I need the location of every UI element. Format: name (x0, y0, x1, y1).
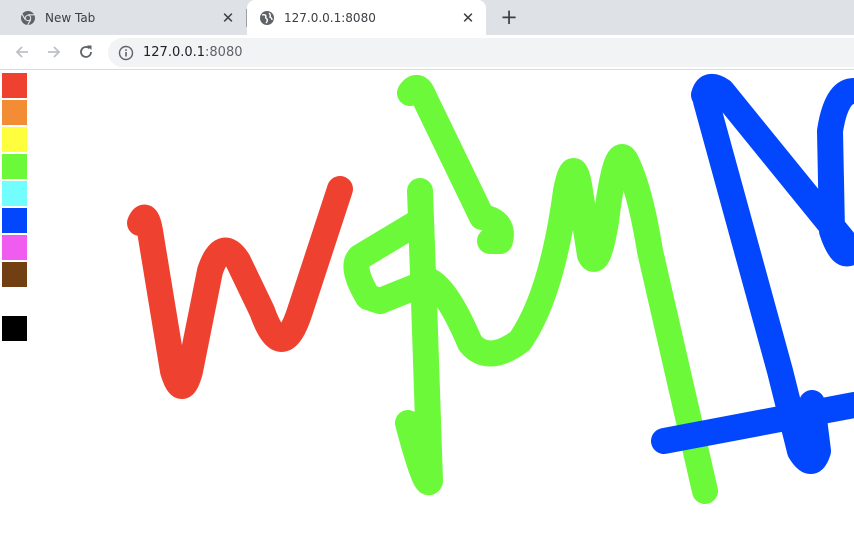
address-port: :8080 (205, 45, 243, 60)
tab-strip: New Tab ✕ 127.0.0.1:8080 ✕ + (0, 0, 854, 35)
green-stroke (343, 74, 718, 504)
browser-toolbar: 127.0.0.1:8080 (0, 35, 854, 70)
info-icon[interactable] (118, 45, 134, 61)
color-swatch-brown[interactable] (2, 262, 27, 287)
color-swatch-black[interactable] (2, 316, 27, 341)
address-url: 127.0.0.1:8080 (143, 45, 243, 60)
red-stroke (127, 176, 353, 399)
address-host: 127.0.0.1 (143, 45, 206, 60)
color-swatch-cyan[interactable] (2, 181, 27, 206)
color-swatch-yellow[interactable] (2, 127, 27, 152)
forward-arrow-icon[interactable] (42, 40, 66, 64)
color-swatch-magenta[interactable] (2, 235, 27, 260)
back-arrow-icon[interactable] (10, 40, 34, 64)
tab-title: New Tab (45, 10, 96, 25)
close-icon[interactable]: ✕ (218, 8, 238, 28)
tab-title: 127.0.0.1:8080 (284, 10, 376, 25)
color-swatch-blue[interactable] (2, 208, 27, 233)
page-content (0, 71, 854, 549)
tab-new-tab[interactable]: New Tab ✕ (8, 0, 246, 35)
reload-icon[interactable] (74, 40, 98, 64)
color-swatch-white[interactable] (2, 289, 27, 314)
plus-icon[interactable]: + (497, 5, 521, 29)
color-swatch-orange[interactable] (2, 100, 27, 125)
color-swatch-green[interactable] (2, 154, 27, 179)
drawing-canvas[interactable] (0, 71, 854, 549)
close-icon[interactable]: ✕ (458, 8, 478, 28)
address-bar[interactable]: 127.0.0.1:8080 (108, 38, 854, 67)
tab-localhost[interactable]: 127.0.0.1:8080 ✕ (247, 0, 486, 35)
color-swatch-red[interactable] (2, 73, 27, 98)
chrome-icon (20, 10, 36, 26)
globe-icon (259, 10, 275, 26)
